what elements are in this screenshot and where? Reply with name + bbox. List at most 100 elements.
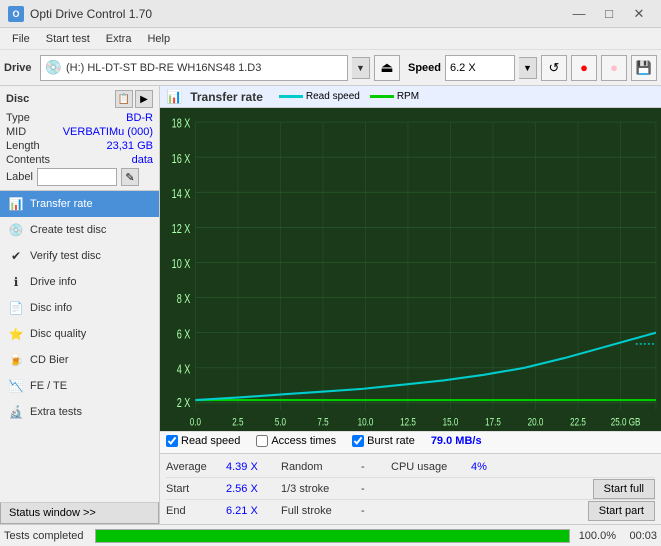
menu-start-test[interactable]: Start test (38, 31, 98, 47)
disc-icons: 📋 ▶ (115, 90, 153, 108)
full-stroke-value: - (361, 505, 391, 517)
burst-rate-checkbox[interactable] (352, 435, 364, 447)
start-label: Start (166, 483, 226, 495)
svg-text:7.5: 7.5 (317, 416, 329, 429)
svg-text:0.0: 0.0 (190, 416, 202, 429)
main-layout: Disc 📋 ▶ Type BD-R MID VERBATIMu (000) L… (0, 86, 661, 524)
right-panel: 📊 Transfer rate Read speed RPM (160, 86, 661, 524)
progress-bar-area: Tests completed 100.0% 00:03 (0, 524, 661, 546)
extra-tests-icon: 🔬 (8, 404, 24, 420)
nav-transfer-rate[interactable]: 📊 Transfer rate (0, 191, 159, 217)
disc-section-label: Disc (6, 93, 29, 105)
nav-create-test-disc-label: Create test disc (30, 224, 106, 236)
disc-length-row: Length 23,31 GB (6, 140, 153, 152)
speed-dropdown-button[interactable]: ▼ (519, 57, 537, 79)
disc-quality-icon: ⭐ (8, 326, 24, 342)
disc-label-row: Label ✎ (6, 168, 153, 186)
status-window-button[interactable]: Status window >> (0, 502, 159, 524)
svg-text:8 X: 8 X (177, 293, 191, 307)
disc-type-row: Type BD-R (6, 112, 153, 124)
status-window-label: Status window >> (9, 507, 96, 519)
start-full-button[interactable]: Start full (593, 479, 655, 499)
progress-bar-fill (96, 530, 569, 542)
disc-icon-btn1[interactable]: 📋 (115, 90, 133, 108)
chart-header: 📊 Transfer rate Read speed RPM (160, 86, 661, 108)
disc-label-edit-button[interactable]: ✎ (121, 168, 139, 186)
pink-circle-button[interactable]: ● (601, 55, 627, 81)
verify-test-disc-icon: ✔ (8, 248, 24, 264)
svg-text:5.0: 5.0 (275, 416, 287, 429)
nav-disc-info[interactable]: 📄 Disc info (0, 295, 159, 321)
nav-create-test-disc[interactable]: 💿 Create test disc (0, 217, 159, 243)
read-speed-checkbox-label[interactable]: Read speed (166, 435, 240, 447)
legend-read-speed-color (279, 95, 303, 98)
save-button[interactable]: 💾 (631, 55, 657, 81)
stroke13-value: - (361, 483, 391, 495)
cpu-label: CPU usage (391, 461, 471, 473)
menu-file[interactable]: File (4, 31, 38, 47)
average-label: Average (166, 461, 226, 473)
progress-status-text: Tests completed (4, 530, 89, 542)
nav-extra-tests-label: Extra tests (30, 406, 82, 418)
titlebar: O Opti Drive Control 1.70 — □ ✕ (0, 0, 661, 28)
nav-verify-test-disc[interactable]: ✔ Verify test disc (0, 243, 159, 269)
drive-dropdown-button[interactable]: ▼ (352, 57, 370, 79)
svg-text:25.0 GB: 25.0 GB (611, 416, 641, 429)
burst-rate-checkbox-text: Burst rate (367, 435, 415, 447)
create-test-disc-icon: 💿 (8, 222, 24, 238)
read-speed-checkbox[interactable] (166, 435, 178, 447)
menu-extra[interactable]: Extra (98, 31, 140, 47)
toolbar: Drive 💿 (H:) HL-DT-ST BD-RE WH16NS48 1.D… (0, 50, 661, 86)
burst-rate-value: 79.0 MB/s (431, 435, 482, 447)
legend-rpm-color (370, 95, 394, 98)
svg-text:2 X: 2 X (177, 397, 191, 411)
disc-length-label: Length (6, 140, 40, 152)
progress-time: 00:03 (622, 530, 657, 542)
refresh-button[interactable]: ↺ (541, 55, 567, 81)
stats-start-row: Start 2.56 X 1/3 stroke - Start full (166, 478, 655, 500)
minimize-button[interactable]: — (565, 3, 593, 25)
red-circle-button[interactable]: ● (571, 55, 597, 81)
svg-text:4 X: 4 X (177, 363, 191, 377)
nav-disc-info-label: Disc info (30, 302, 72, 314)
drive-icon: 💿 (45, 59, 62, 76)
close-button[interactable]: ✕ (625, 3, 653, 25)
start-part-button[interactable]: Start part (588, 501, 655, 521)
disc-section: Disc 📋 ▶ Type BD-R MID VERBATIMu (000) L… (0, 86, 159, 191)
drive-selector[interactable]: 💿 (H:) HL-DT-ST BD-RE WH16NS48 1.D3 (40, 55, 348, 81)
nav-drive-info[interactable]: ℹ Drive info (0, 269, 159, 295)
titlebar-controls: — □ ✕ (565, 3, 653, 25)
nav-cd-bier-label: CD Bier (30, 354, 69, 366)
access-times-checkbox[interactable] (256, 435, 268, 447)
eject-button[interactable]: ⏏ (374, 55, 400, 81)
disc-header: Disc 📋 ▶ (6, 90, 153, 108)
svg-text:12.5: 12.5 (400, 416, 416, 429)
disc-info-icon: 📄 (8, 300, 24, 316)
nav-cd-bier[interactable]: 🍺 CD Bier (0, 347, 159, 373)
maximize-button[interactable]: □ (595, 3, 623, 25)
stroke13-label: 1/3 stroke (281, 483, 361, 495)
svg-text:14 X: 14 X (172, 188, 191, 202)
cd-bier-icon: 🍺 (8, 352, 24, 368)
random-label: Random (281, 461, 361, 473)
stats-section: Average 4.39 X Random - CPU usage 4% Sta… (160, 453, 661, 524)
nav-fe-te[interactable]: 📉 FE / TE (0, 373, 159, 399)
menu-help[interactable]: Help (139, 31, 178, 47)
speed-selector[interactable]: 6.2 X (445, 55, 515, 81)
nav-drive-info-label: Drive info (30, 276, 76, 288)
disc-label-input[interactable] (37, 168, 117, 186)
access-times-checkbox-label[interactable]: Access times (256, 435, 336, 447)
disc-icon-btn2[interactable]: ▶ (135, 90, 153, 108)
svg-text:6 X: 6 X (177, 328, 191, 342)
disc-contents-row: Contents data (6, 154, 153, 166)
average-value: 4.39 X (226, 461, 281, 473)
chart-svg: 18 X 16 X 14 X 12 X 10 X 8 X 6 X 4 X 2 X… (160, 108, 661, 431)
nav-disc-quality[interactable]: ⭐ Disc quality (0, 321, 159, 347)
nav-disc-quality-label: Disc quality (30, 328, 86, 340)
disc-label-label: Label (6, 171, 33, 183)
end-value: 6.21 X (226, 505, 281, 517)
nav-extra-tests[interactable]: 🔬 Extra tests (0, 399, 159, 425)
full-stroke-label: Full stroke (281, 505, 361, 517)
svg-text:2.5: 2.5 (232, 416, 244, 429)
burst-rate-checkbox-label[interactable]: Burst rate (352, 435, 415, 447)
